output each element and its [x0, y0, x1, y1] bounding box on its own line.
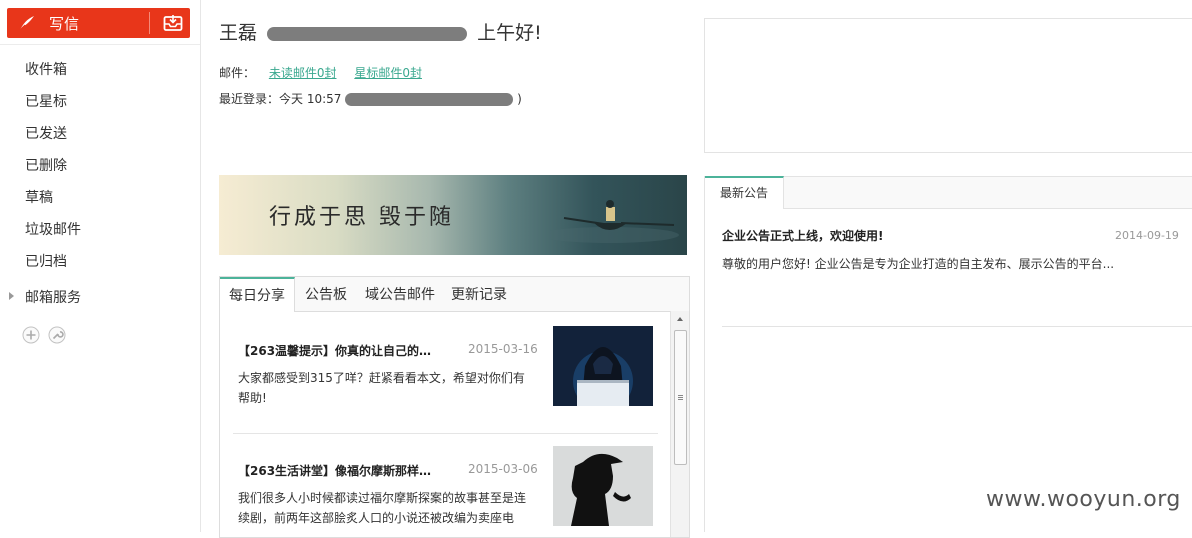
user-name: 王磊 [219, 22, 258, 44]
last-login-label: 最近登录：今天 10:57 [219, 92, 342, 106]
receive-mail-icon[interactable] [163, 14, 183, 32]
tab-latest-notice[interactable]: 最新公告 [705, 176, 785, 209]
article-summary: 我们很多人小时候都读过福尔摩斯探案的故事甚至是连续剧，前两年这部脍炙人口的小说还… [238, 491, 527, 525]
share-panel: 每日分享 公告板 域公告邮件 更新记录 【263温馨提示】你真的让自己的… 20… [219, 276, 690, 538]
compose-button[interactable]: 写信 [7, 8, 190, 38]
tab-domain-notice-mail[interactable]: 域公告邮件 [356, 277, 444, 311]
scroll-thumb[interactable] [674, 330, 687, 465]
compose-label: 写信 [49, 15, 80, 33]
notice-panel: 最新公告 企业公告正式上线，欢迎使用! 2014-09-19 尊敬的用户您好! … [704, 176, 1192, 532]
scrollbar[interactable] [670, 311, 689, 537]
expand-arrow-icon[interactable] [9, 292, 14, 300]
article-date: 2015-03-06 [468, 462, 538, 476]
notice-divider [722, 326, 1192, 327]
tab-daily-share[interactable]: 每日分享 [220, 277, 295, 312]
greeting: 王磊 上午好! [219, 18, 542, 45]
sidebar-item-drafts[interactable]: 草稿 [25, 188, 53, 208]
redacted-block [345, 93, 514, 106]
settings-wrench-icon[interactable] [48, 326, 66, 344]
watermark: www.wooyun.org [986, 487, 1181, 512]
mail-summary: 邮件： 未读邮件0封 星标邮件0封 [219, 64, 422, 81]
tab-update-log[interactable]: 更新记录 [442, 277, 516, 311]
article-date: 2015-03-16 [468, 342, 538, 356]
notice-tab-bar: 最新公告 [705, 176, 1192, 209]
rowboat-illustration [549, 200, 679, 243]
last-login: 最近登录：今天 10:57 ) [219, 90, 522, 107]
sidebar-item-inbox[interactable]: 收件箱 [25, 60, 67, 80]
sherlock-silhouette-thumbnail[interactable] [553, 446, 653, 526]
notice-date: 2014-09-19 [1115, 229, 1179, 242]
banner-image[interactable]: 行成于思 毁于随 [219, 175, 687, 255]
ad-placeholder [704, 18, 1192, 153]
mail-summary-label: 邮件： [219, 66, 256, 80]
list-divider [233, 433, 658, 434]
sidebar-item-deleted[interactable]: 已删除 [25, 156, 67, 176]
add-folder-icon[interactable] [22, 326, 40, 344]
sidebar-divider [0, 44, 200, 45]
starred-mail-link[interactable]: 星标邮件0封 [354, 66, 422, 80]
compose-divider [149, 12, 150, 34]
sidebar-item-sent[interactable]: 已发送 [25, 124, 67, 144]
article-title[interactable]: 【263生活讲堂】像福尔摩斯那样… [238, 462, 450, 479]
article-summary: 大家都感受到315了咩？赶紧看看本文，希望对你们有帮助! [238, 371, 525, 405]
sidebar: 写信 收件箱 已星标 已发送 已删除 草稿 垃圾邮件 已归档 邮箱服务 [0, 0, 201, 532]
scroll-up-arrow-icon[interactable] [677, 317, 683, 321]
banner-text: 行成于思 毁于随 [269, 205, 454, 230]
sidebar-item-archived[interactable]: 已归档 [25, 252, 67, 272]
sidebar-item-spam[interactable]: 垃圾邮件 [25, 220, 81, 240]
last-login-tail: ) [517, 92, 522, 106]
feather-pen-icon [19, 16, 34, 31]
sidebar-item-mail-services[interactable]: 邮箱服务 [25, 288, 81, 308]
notice-title[interactable]: 企业公告正式上线，欢迎使用! [722, 227, 883, 244]
tab-bulletin-board[interactable]: 公告板 [296, 277, 356, 311]
greeting-suffix: 上午好! [477, 22, 542, 44]
notice-summary: 尊敬的用户您好! 企业公告是专为企业打造的自主发布、展示公告的平台... [722, 257, 1115, 271]
article-title[interactable]: 【263温馨提示】你真的让自己的… [238, 342, 450, 359]
unread-mail-link[interactable]: 未读邮件0封 [269, 66, 337, 80]
tab-bar: 每日分享 公告板 域公告邮件 更新记录 [220, 277, 689, 312]
hooded-hacker-thumbnail[interactable] [553, 326, 653, 406]
sidebar-item-starred[interactable]: 已星标 [25, 92, 67, 112]
grip-icon [678, 395, 683, 396]
redacted-block [267, 26, 468, 41]
